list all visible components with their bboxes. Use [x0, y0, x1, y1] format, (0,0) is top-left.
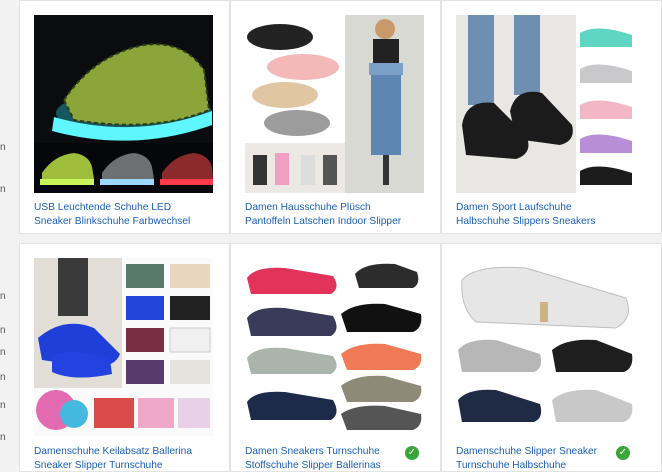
sidebar-fragment: n — [0, 432, 6, 443]
product-title-line: Damen Hausschuhe Plüsch — [245, 202, 371, 213]
product-card[interactable]: Damen Sneakers Turnschuhe Stoffschuhe Sl… — [230, 243, 441, 472]
sidebar-fragment: n — [0, 372, 6, 383]
sidebar-fragment: n — [0, 291, 6, 302]
sidebar-fragment: n — [0, 347, 6, 358]
sidebar-fragment: n — [0, 400, 6, 411]
product-title-line: Halbschuhe Slippers Sneakers — [456, 215, 596, 227]
product-card[interactable]: USB Leuchtende Schuhe LED Sneaker Blinks… — [19, 0, 230, 234]
product-title-line: USB Leuchtende Schuhe LED — [34, 202, 172, 213]
product-title-line: Damenschuhe Keilabsatz Ballerina — [34, 446, 192, 457]
sidebar-fragment: n — [0, 184, 6, 195]
ballerina-image[interactable] — [34, 258, 213, 436]
product-title-line: Pantoffeln Latschen Indoor Slipper — [245, 215, 402, 227]
verified-check-icon: ✓ — [405, 446, 419, 460]
product-title-link[interactable]: USB Leuchtende Schuhe LED Sneaker Blinks… — [34, 201, 224, 228]
product-title-line: Stoffschuhe Slipper Ballerinas — [245, 459, 381, 471]
product-card[interactable]: Damenschuhe Keilabsatz Ballerina Sneaker… — [19, 243, 230, 472]
product-grid: USB Leuchtende Schuhe LED Sneaker Blinks… — [19, 0, 662, 472]
sidebar-fragment: n — [0, 142, 6, 153]
sidebar-fragment: n — [0, 325, 6, 336]
product-title-link[interactable]: Damen Sport Laufschuhe Halbschuhe Slippe… — [456, 201, 646, 228]
sock-sneaker-image[interactable] — [456, 15, 635, 193]
slipper-image[interactable] — [245, 15, 424, 193]
product-title-link[interactable]: Damenschuhe Keilabsatz Ballerina Sneaker… — [34, 445, 224, 472]
canvas-slipper-image[interactable] — [456, 258, 635, 436]
product-title-line: Sneaker Slipper Turnschuhe — [34, 459, 163, 471]
product-title-line: Turnschuhe Halbschuhe — [456, 459, 567, 471]
product-card[interactable]: Damen Hausschuhe Plüsch Pantoffeln Latsc… — [230, 0, 441, 234]
product-title-link[interactable]: Damen Hausschuhe Plüsch Pantoffeln Latsc… — [245, 201, 435, 228]
product-card[interactable]: Damenschuhe Slipper Sneaker Turnschuhe H… — [441, 243, 662, 472]
product-card[interactable]: Damen Sport Laufschuhe Halbschuhe Slippe… — [441, 0, 662, 234]
product-title-line: Damen Sport Laufschuhe — [456, 202, 572, 213]
product-title-line: Sneaker Blinkschuhe Farbwechsel — [34, 215, 191, 227]
verified-check-icon: ✓ — [616, 446, 630, 460]
slip-on-image[interactable] — [245, 258, 424, 436]
led-sneaker-image[interactable] — [34, 15, 213, 193]
left-sidebar-strip: n n n n n n n n — [0, 0, 20, 472]
